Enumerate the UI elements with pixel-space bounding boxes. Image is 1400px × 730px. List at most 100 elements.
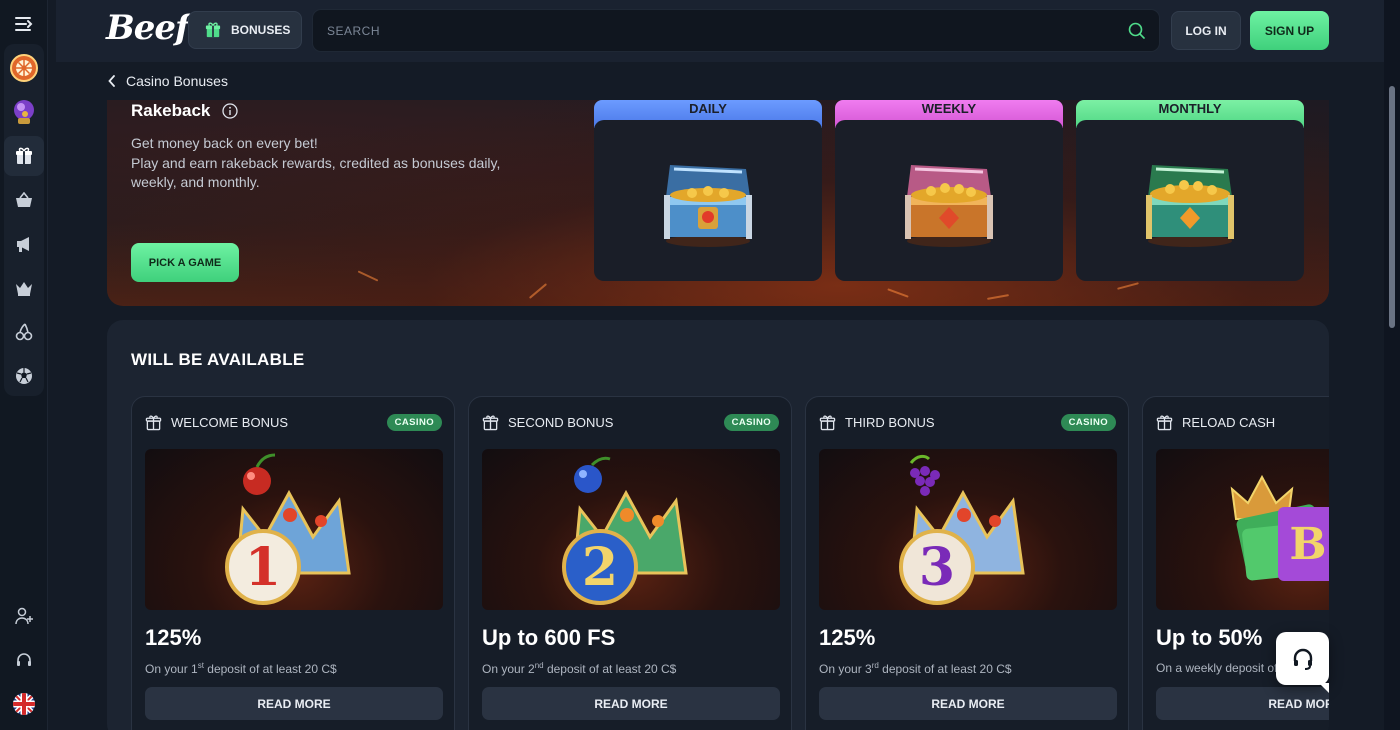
search-input[interactable] — [327, 23, 1128, 38]
headset-icon — [17, 653, 31, 666]
casino-badge: CASINO — [1060, 413, 1116, 431]
casino-badge: CASINO — [723, 413, 779, 431]
crown-icon — [16, 281, 32, 296]
rakeback-title: Rakeback — [131, 101, 211, 120]
soccer-ball-icon — [16, 368, 32, 384]
bonus-description: On your 2nd deposit of at least 20 C$ — [482, 661, 676, 676]
ordinal-suffix: nd — [534, 661, 544, 670]
gift-icon — [205, 22, 221, 38]
read-more-button[interactable]: READ MORE — [819, 687, 1117, 720]
bonus-value: 125% — [145, 625, 202, 650]
rakeback-line: Get money back on every bet! — [131, 135, 318, 151]
language-selector[interactable] — [4, 684, 44, 724]
bonus-card-image: 3 — [819, 449, 1117, 610]
sidebar-item-lootbox[interactable] — [4, 92, 44, 132]
breadcrumb[interactable]: Casino Bonuses — [108, 72, 228, 90]
crown-number-two-icon: 2 — [562, 456, 688, 605]
info-icon[interactable] — [222, 103, 239, 119]
bonus-card-image: 2 — [482, 449, 780, 610]
rakeback-monthly-card[interactable]: MONTHLY — [1076, 100, 1304, 281]
decorative-spark — [887, 288, 909, 298]
cash-crown-icon: B — [1230, 474, 1329, 581]
gift-icon — [819, 415, 836, 430]
magic-orb-icon — [14, 100, 34, 124]
scrollbar-thumb[interactable] — [1389, 86, 1395, 328]
decorative-spark — [986, 294, 1010, 300]
signup-button[interactable]: SIGN UP — [1250, 11, 1329, 50]
casino-badge: CASINO — [386, 413, 442, 431]
gift-icon — [482, 415, 499, 430]
bonus-card-image: 1 — [145, 449, 443, 610]
crown-number-one-icon: 1 — [225, 453, 351, 605]
bonus-value: 125% — [819, 625, 876, 650]
add-user-icon — [15, 607, 33, 625]
login-button[interactable]: LOG IN — [1171, 11, 1241, 50]
decorative-spark — [357, 270, 379, 282]
bonus-card-title: SECOND BONUS — [508, 414, 614, 430]
crown-number-three-icon: 3 — [899, 454, 1025, 605]
bonus-value: Up to 50% — [1156, 625, 1263, 650]
bonuses-button[interactable]: BONUSES — [188, 11, 302, 49]
uk-flag-icon — [13, 693, 35, 715]
bonus-card-header: THIRD BONUS CASINO — [819, 413, 1116, 431]
bonus-description: On your 1st deposit of at least 20 C$ — [145, 661, 337, 676]
sidebar-item-sports[interactable] — [4, 356, 44, 396]
site-logo[interactable]: Beef — [106, 8, 190, 50]
chevron-left-icon — [108, 75, 115, 87]
bonus-card-header: SECOND BONUS CASINO — [482, 413, 779, 431]
sidebar-item-bonuses[interactable] — [4, 136, 44, 176]
sidebar-item-vip[interactable] — [4, 268, 44, 308]
headset-icon — [1293, 648, 1312, 670]
sidebar-item-shop[interactable] — [4, 180, 44, 220]
crown-number-glyph: 3 — [919, 537, 955, 598]
bonus-description-text: deposit of at least 20 C$ — [203, 662, 337, 676]
bonus-card-second[interactable]: SECOND BONUS CASINO 2 Up to 600 FS On yo… — [468, 396, 792, 730]
bonus-card-third[interactable]: THIRD BONUS CASINO 3 125% On your 3rd de… — [805, 396, 1129, 730]
sidebar-item-promotions[interactable] — [4, 224, 44, 264]
support-chat-button[interactable] — [1276, 632, 1329, 693]
sidebar-item-refer-friend[interactable] — [4, 596, 44, 636]
rakeback-line: Play and earn rakeback rewards, credited… — [131, 154, 501, 171]
menu-toggle-button[interactable] — [4, 8, 44, 40]
pick-a-game-button[interactable]: PICK A GAME — [131, 243, 239, 282]
page-scrollbar[interactable] — [1384, 0, 1400, 730]
top-header: Beef BONUSES LOG IN SIGN UP — [56, 0, 1384, 62]
gift-icon — [145, 415, 162, 430]
read-more-button[interactable]: READ MORE — [482, 687, 780, 720]
rakeback-section: Rakeback Get money back on every bet! Pl… — [107, 100, 1329, 306]
breadcrumb-label: Casino Bonuses — [126, 73, 228, 89]
bonus-card-title: WELCOME BONUS — [171, 414, 289, 430]
chest-panel — [1076, 120, 1304, 281]
available-bonuses-section: WILL BE AVAILABLE WELCOME BONUS CASINO 1 — [107, 320, 1329, 730]
bonuses-button-label: BONUSES — [231, 23, 291, 37]
gift-icon — [1156, 415, 1173, 430]
sidebar-item-wheel[interactable] — [4, 48, 44, 88]
read-more-button[interactable]: READ MORE — [145, 687, 443, 720]
sidebar-item-live-casino[interactable] — [4, 312, 44, 352]
treasure-chest-icon — [1146, 164, 1234, 247]
crown-number-glyph: 2 — [582, 537, 618, 598]
crown-number-glyph: 1 — [245, 537, 281, 598]
ordinal-suffix: rd — [871, 661, 879, 670]
bonus-description-text: deposit of at least 20 C$ — [543, 662, 677, 676]
bonus-card-image: B — [1156, 449, 1329, 610]
chest-panel — [594, 120, 822, 281]
section-title: WILL BE AVAILABLE — [131, 350, 305, 369]
menu-collapse-icon — [15, 17, 33, 31]
rakeback-daily-card[interactable]: DAILY — [594, 100, 822, 281]
bonus-card-welcome[interactable]: WELCOME BONUS CASINO 1 125% On your 1st … — [131, 396, 455, 730]
decorative-spark — [528, 283, 548, 299]
treasure-chest-icon — [664, 164, 752, 247]
megaphone-icon — [17, 237, 29, 252]
bonus-card-header: RELOAD CASH — [1156, 413, 1329, 431]
fortune-wheel-icon — [10, 54, 38, 82]
read-more-button[interactable]: READ MORE — [1156, 687, 1329, 720]
search-icon[interactable] — [1128, 22, 1145, 39]
bonus-description-text: On your 3 — [819, 662, 872, 676]
left-sidebar — [0, 0, 48, 730]
sidebar-item-support[interactable] — [4, 640, 44, 680]
bonus-description-text: On your 2 — [482, 662, 535, 676]
bonus-description-text: deposit of at least 20 C$ — [878, 662, 1012, 676]
rakeback-weekly-card[interactable]: WEEKLY — [835, 100, 1063, 281]
rakeback-description: Get money back on every bet! Play and ea… — [131, 134, 531, 193]
